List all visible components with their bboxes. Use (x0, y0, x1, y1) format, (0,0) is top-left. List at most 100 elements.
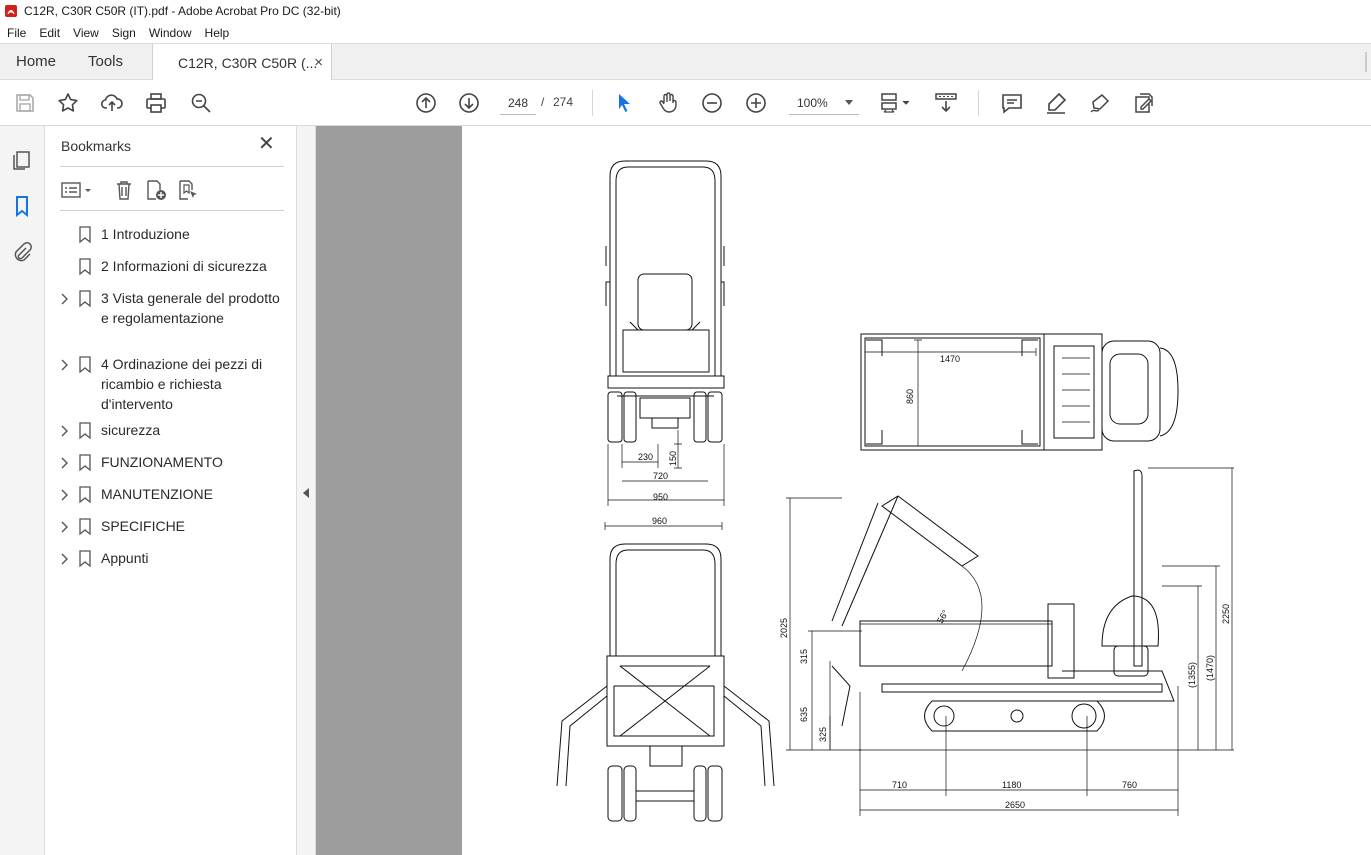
left-rail (0, 126, 45, 855)
menu-edit[interactable]: Edit (39, 26, 60, 40)
chevron-right-icon[interactable] (60, 551, 70, 565)
dim-2650: 2650 (1005, 800, 1025, 810)
dim-315: 315 (799, 649, 809, 664)
sign-icon[interactable] (1088, 91, 1112, 115)
bookmark-icon (78, 258, 92, 276)
save-icon[interactable] (13, 91, 37, 115)
zoom-select[interactable]: 100% (789, 91, 859, 115)
dim-1470p: (1470) (1205, 655, 1215, 681)
page-total: 274 (553, 95, 574, 109)
collapse-arrow-icon (303, 488, 309, 498)
dim-1355: (1355) (1187, 662, 1197, 688)
side-view-drawing (786, 467, 1234, 816)
menu-help[interactable]: Help (205, 26, 230, 40)
tab-home[interactable]: Home (16, 44, 56, 80)
delete-bookmark-icon[interactable] (112, 178, 136, 202)
dim-860: 860 (905, 389, 915, 404)
bookmark-icon (78, 518, 92, 536)
bookmark-icon (78, 356, 92, 374)
rear-view-drawing (556, 522, 775, 822)
toolbar-divider (592, 90, 593, 116)
bookmark-label: sicurezza (101, 422, 161, 438)
bookmark-label: Appunti (101, 550, 149, 566)
chevron-right-icon[interactable] (60, 291, 70, 305)
tab-overflow-handle (1365, 52, 1369, 72)
bookmarks-close-button[interactable]: ✕ (258, 134, 275, 154)
dim-1180: 1180 (1002, 780, 1021, 790)
zoom-in-icon[interactable] (744, 91, 768, 115)
chevron-right-icon[interactable] (60, 519, 70, 533)
bookmark-label: 1 Introduzione (101, 226, 190, 242)
document-gutter (316, 126, 462, 855)
dim-720: 720 (653, 471, 668, 481)
chevron-right-icon[interactable] (60, 455, 70, 469)
divider (60, 210, 284, 211)
bookmark-label: MANUTENZIONE (101, 486, 213, 502)
bookmarks-title: Bookmarks (61, 138, 132, 154)
bookmark-panel-icon[interactable] (10, 194, 34, 218)
toolbar: / 274 100% (0, 80, 1371, 126)
dim-950: 950 (653, 492, 668, 502)
title-bar: C12R, C30R C50R (IT).pdf - Adobe Acrobat… (0, 0, 1371, 22)
bookmark-label: FUNZIONAMENTO (101, 454, 223, 470)
bookmark-from-selection-icon[interactable] (176, 178, 200, 202)
menu-window[interactable]: Window (149, 26, 192, 40)
tab-tools[interactable]: Tools (88, 44, 123, 80)
page-separator: / (541, 95, 545, 109)
page-number-input[interactable] (500, 91, 536, 115)
chevron-right-icon[interactable] (60, 357, 70, 371)
scroll-mode-icon[interactable] (934, 91, 958, 115)
dim-710: 710 (892, 780, 907, 790)
document-page[interactable]: 230 150 720 950 960 1470 860 2025 315 63… (462, 126, 1371, 855)
upload-icon[interactable] (100, 91, 124, 115)
dim-760: 760 (1122, 780, 1137, 790)
acrobat-icon (4, 4, 18, 18)
page-down-icon[interactable] (457, 91, 481, 115)
dim-2250: 2250 (1221, 604, 1231, 624)
fill-sign-icon[interactable] (1132, 91, 1156, 115)
bookmark-label: 4 Ordinazione dei pezzi di ricambio e ri… (101, 356, 263, 412)
tab-close-button[interactable]: × (314, 54, 323, 71)
select-arrow-icon[interactable] (612, 91, 636, 115)
bookmark-icon (78, 550, 92, 568)
dim-230: 230 (638, 452, 653, 462)
bookmark-options-icon[interactable] (60, 178, 96, 202)
attachment-icon[interactable] (10, 240, 34, 264)
dim-1470: 1470 (940, 354, 960, 364)
menu-sign[interactable]: Sign (112, 26, 136, 40)
page-layout-icon[interactable] (879, 91, 913, 115)
bookmark-icon (78, 486, 92, 504)
dim-960: 960 (652, 516, 667, 526)
highlight-icon[interactable] (1044, 91, 1068, 115)
search-zoom-icon[interactable] (189, 91, 213, 115)
chevron-right-icon[interactable] (60, 487, 70, 501)
dim-635: 635 (799, 707, 809, 722)
menu-view[interactable]: View (73, 26, 99, 40)
new-bookmark-icon[interactable] (144, 178, 168, 202)
print-icon[interactable] (144, 91, 168, 115)
dim-2025: 2025 (779, 618, 789, 638)
bookmark-icon (78, 226, 92, 244)
panel-collapse-toggle[interactable] (297, 126, 316, 855)
chevron-down-icon (845, 100, 853, 105)
technical-drawing: 230 150 720 950 960 1470 860 2025 315 63… (556, 160, 1234, 822)
bookmark-icon (78, 290, 92, 308)
dim-150: 150 (668, 451, 678, 466)
menu-file[interactable]: File (7, 26, 26, 40)
page-thumbnails-icon[interactable] (10, 148, 34, 172)
divider (60, 166, 284, 167)
bookmark-label: SPECIFICHE (101, 518, 186, 534)
page-up-icon[interactable] (414, 91, 438, 115)
tab-document-label: C12R, C30R C50R (... (178, 54, 318, 71)
chevron-right-icon[interactable] (60, 423, 70, 437)
bookmark-label: 3 Vista generale del prodotto e regolame… (101, 290, 280, 326)
dim-angle: 56° (935, 608, 951, 625)
zoom-out-icon[interactable] (700, 91, 724, 115)
tab-bar: Home Tools C12R, C30R C50R (... × (0, 43, 1371, 81)
front-view-drawing (605, 160, 725, 506)
hand-icon[interactable] (656, 91, 680, 115)
comment-icon[interactable] (1000, 91, 1024, 115)
bookmark-icon (78, 422, 92, 440)
star-icon[interactable] (56, 91, 80, 115)
tab-document[interactable]: C12R, C30R C50R (... × (152, 44, 332, 81)
